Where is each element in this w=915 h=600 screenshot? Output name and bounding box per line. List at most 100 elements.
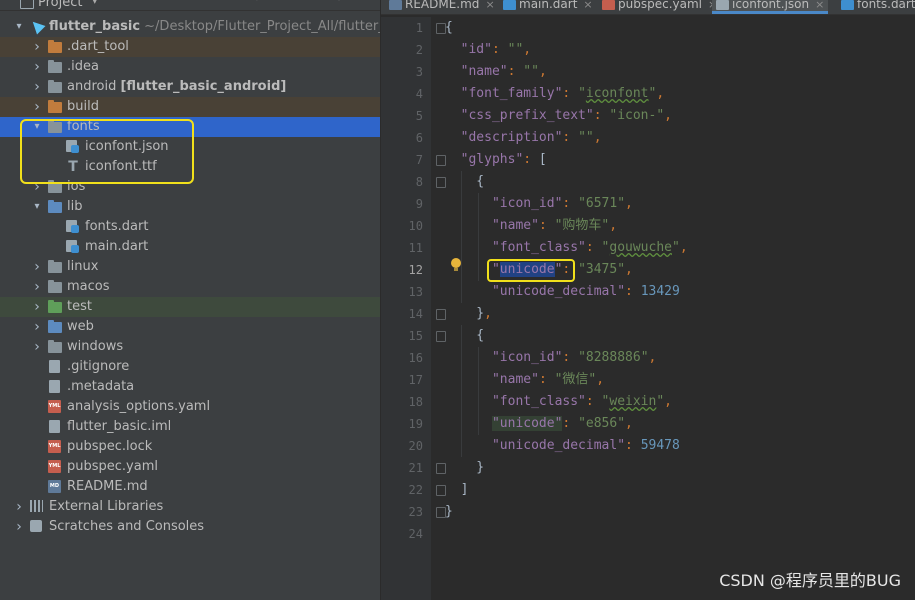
chevron-right-icon[interactable]: › <box>32 57 42 77</box>
code-line[interactable]: "font_class": "weixin", <box>445 391 672 413</box>
chevron-down-icon[interactable]: ▾ <box>92 0 98 7</box>
collapse-icon[interactable]: ⇅ <box>274 0 292 6</box>
fold-marker-icon[interactable] <box>436 331 446 342</box>
fold-marker-icon[interactable] <box>436 309 446 320</box>
chevron-right-icon[interactable]: › <box>14 517 24 537</box>
close-icon[interactable]: × <box>485 0 494 11</box>
code-line[interactable]: "font_class": "gouwuche", <box>445 237 688 259</box>
tree-item-test[interactable]: › test <box>0 297 380 317</box>
line-number: 18 <box>408 395 423 409</box>
chevron-right-icon[interactable]: › <box>32 297 42 317</box>
line-number: 6 <box>415 131 423 145</box>
tree-item-windows[interactable]: › windows <box>0 337 380 357</box>
project-panel-title[interactable]: Project <box>38 0 82 10</box>
tab-readme-md[interactable]: README.md × <box>389 0 495 14</box>
dart-file-icon <box>66 240 80 254</box>
chevron-right-icon[interactable]: › <box>32 337 42 357</box>
tree-item-idea[interactable]: › .idea <box>0 57 380 77</box>
tree-item-linux[interactable]: › linux <box>0 257 380 277</box>
close-icon[interactable]: × <box>583 0 592 11</box>
tree-item-pubspec-lock[interactable]: YML pubspec.lock <box>0 437 380 457</box>
chevron-right-icon[interactable]: › <box>32 37 42 57</box>
text-file-icon <box>48 360 62 374</box>
tree-item-readme-md[interactable]: MD README.md <box>0 477 380 497</box>
tab-label: iconfont.json <box>732 0 810 11</box>
code-line[interactable]: { <box>445 325 484 347</box>
code-line[interactable]: "name": "微信", <box>445 369 604 391</box>
tree-item-fonts-dart[interactable]: fonts.dart <box>0 217 380 237</box>
line-number: 1 <box>415 21 423 35</box>
fold-marker-icon[interactable] <box>436 23 446 34</box>
minimize-icon[interactable]: – <box>354 0 372 6</box>
fold-marker-icon[interactable] <box>436 155 446 166</box>
code-line[interactable]: "unicode": "e856", <box>445 413 633 435</box>
project-panel-header: Project ▾ ⊕ ⇅ ⇊ ⚙ – <box>0 0 380 11</box>
tab-fonts-dart[interactable]: fonts.dart× <box>841 0 915 14</box>
editor-panel: README.md×main.dart×pubspec.yaml×iconfon… <box>381 0 915 600</box>
vertical-scrollbar[interactable] <box>907 17 915 600</box>
tab-pubspec-yaml[interactable]: pubspec.yaml× <box>602 0 717 14</box>
code-line[interactable]: "unicode_decimal": 13429 <box>445 281 680 303</box>
folder-icon <box>48 60 62 74</box>
chevron-right-icon[interactable]: › <box>32 97 42 117</box>
code-line[interactable]: "name": "购物车", <box>445 215 617 237</box>
tab-main-dart[interactable]: main.dart × <box>503 0 593 14</box>
code-line[interactable]: "icon_id": "6571", <box>445 193 633 215</box>
chevron-down-icon[interactable]: ▾ <box>14 17 24 37</box>
chevron-right-icon[interactable]: › <box>32 77 42 97</box>
tree-item-scratches-and-consoles[interactable]: › Scratches and Consoles <box>0 517 380 537</box>
text-file-icon <box>48 380 62 394</box>
folder-blue-icon <box>48 320 62 334</box>
tree-item-android[interactable]: › android [flutter_basic_android] <box>0 77 380 97</box>
tree-item-gitignore[interactable]: .gitignore <box>0 357 380 377</box>
tree-item-flutter-basic[interactable]: ▾ flutter_basic ~/Desktop/Flutter_Project… <box>0 17 380 37</box>
chevron-right-icon[interactable]: › <box>32 277 42 297</box>
code-line[interactable]: } <box>445 457 484 479</box>
lightbulb-icon[interactable] <box>451 258 461 272</box>
tab-iconfont-json[interactable]: iconfont.json × <box>712 0 829 14</box>
expand-icon[interactable]: ⇊ <box>298 0 316 6</box>
settings-icon[interactable]: ⚙ <box>330 0 348 6</box>
close-icon[interactable]: × <box>815 0 824 11</box>
code-line[interactable]: "description": "", <box>445 127 602 149</box>
tree-item-flutter-basic-iml[interactable]: flutter_basic.iml <box>0 417 380 437</box>
tree-item-macos[interactable]: › macos <box>0 277 380 297</box>
tree-item-label: build <box>67 99 99 114</box>
line-number: 9 <box>415 197 423 211</box>
fold-marker-icon[interactable] <box>436 177 446 188</box>
line-number: 2 <box>415 43 423 57</box>
code-line[interactable]: "font_family": "iconfont", <box>445 83 665 105</box>
tree-item-metadata[interactable]: .metadata <box>0 377 380 397</box>
fold-marker-icon[interactable] <box>436 463 446 474</box>
tree-item-external-libraries[interactable]: › External Libraries <box>0 497 380 517</box>
chevron-right-icon[interactable]: › <box>32 257 42 277</box>
code-line[interactable]: "glyphs": [ <box>445 149 547 171</box>
tree-item-build[interactable]: › build <box>0 97 380 117</box>
code-line[interactable]: "icon_id": "8288886", <box>445 347 656 369</box>
chevron-right-icon[interactable]: › <box>32 317 42 337</box>
tree-item-main-dart[interactable]: main.dart <box>0 237 380 257</box>
code-line[interactable]: { <box>445 17 453 39</box>
fold-marker-icon[interactable] <box>436 485 446 496</box>
tree-item-pubspec-yaml[interactable]: YML pubspec.yaml <box>0 457 380 477</box>
code-line[interactable]: ] <box>445 479 469 501</box>
code-line[interactable]: "css_prefix_text": "icon-", <box>445 105 672 127</box>
code-line[interactable]: }, <box>445 303 492 325</box>
text-file-icon <box>48 420 62 434</box>
add-circle-icon[interactable]: ⊕ <box>248 0 266 6</box>
code-line[interactable]: { <box>445 171 484 193</box>
code-line[interactable]: } <box>445 501 453 523</box>
code-line[interactable]: "unicode_decimal": 59478 <box>445 435 680 457</box>
folder-icon <box>48 260 62 274</box>
scratches-icon <box>30 520 44 534</box>
tree-item-web[interactable]: › web <box>0 317 380 337</box>
tree-item-analysis-options-yaml[interactable]: YML analysis_options.yaml <box>0 397 380 417</box>
chevron-right-icon[interactable]: › <box>14 497 24 517</box>
code-line[interactable]: "name": "", <box>445 61 547 83</box>
tree-item-lib[interactable]: ▾ lib <box>0 197 380 217</box>
fold-marker-icon[interactable] <box>436 507 446 518</box>
tree-item-dart-tool[interactable]: › .dart_tool <box>0 37 380 57</box>
project-view-icon <box>20 0 34 9</box>
code-line[interactable]: "id": "", <box>445 39 531 61</box>
chevron-down-icon[interactable]: ▾ <box>32 197 42 217</box>
